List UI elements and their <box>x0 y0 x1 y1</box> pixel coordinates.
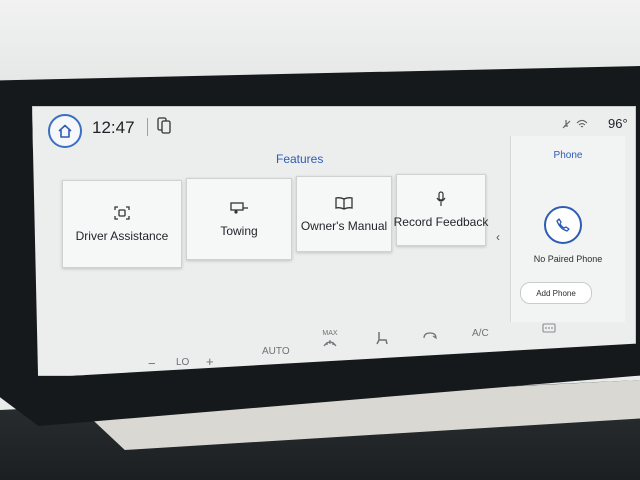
tile-towing[interactable]: Towing <box>186 178 292 260</box>
phone-call-button[interactable] <box>544 206 582 244</box>
max-label: MAX <box>322 330 338 337</box>
fan-increase-button[interactable]: + <box>206 354 214 369</box>
phone-projection-icon[interactable] <box>157 117 171 140</box>
driver-assist-icon <box>113 205 131 221</box>
phone-title: Phone <box>553 150 583 161</box>
infotainment-screen: 12:47 96° Features Driver Assistance Tow… <box>32 106 636 376</box>
phone-panel: Phone No Paired Phone Add Phone <box>510 136 625 322</box>
max-defrost-button[interactable]: MAX <box>322 330 338 352</box>
tile-owners-manual[interactable]: Owner's Manual <box>296 176 392 252</box>
mute-mic-icon <box>562 120 571 129</box>
tile-label: Towing <box>220 224 258 238</box>
tile-record-feedback[interactable]: Record Feedback <box>393 174 489 246</box>
microphone-icon <box>435 191 447 207</box>
phone-icon <box>556 218 570 232</box>
status-icons <box>560 118 588 130</box>
seat-icon <box>376 332 388 345</box>
fan-level: LO <box>176 357 190 368</box>
book-icon <box>335 195 353 211</box>
panel-chevron[interactable]: ‹ <box>496 230 500 244</box>
recirculation-icon <box>423 332 437 340</box>
background-wall <box>0 0 640 80</box>
rear-defrost-icon <box>542 323 556 333</box>
phone-status: No Paired Phone <box>533 254 603 264</box>
trailer-icon <box>229 200 249 216</box>
seat-climate-button[interactable] <box>374 330 390 349</box>
tile-driver-assistance[interactable]: Driver Assistance <box>62 180 182 268</box>
clock: 12:47 <box>92 118 135 137</box>
outside-temperature: 96° <box>608 116 628 131</box>
add-phone-button[interactable]: Add Phone <box>520 282 592 304</box>
ac-button[interactable]: A/C <box>472 328 489 339</box>
rear-defrost-button[interactable] <box>542 322 556 337</box>
tile-label: Record Feedback <box>393 215 489 229</box>
tile-label: Driver Assistance <box>75 229 169 243</box>
recirculation-button[interactable] <box>422 330 438 345</box>
features-title: Features <box>276 152 324 166</box>
auto-button[interactable]: AUTO <box>262 346 290 357</box>
fan-decrease-button[interactable]: − <box>148 356 156 371</box>
home-button[interactable] <box>48 114 82 148</box>
home-icon <box>58 124 72 138</box>
defrost-icon <box>323 340 337 347</box>
tile-label: Owner's Manual <box>300 219 388 233</box>
status-divider <box>147 118 148 136</box>
wifi-icon <box>576 119 588 128</box>
